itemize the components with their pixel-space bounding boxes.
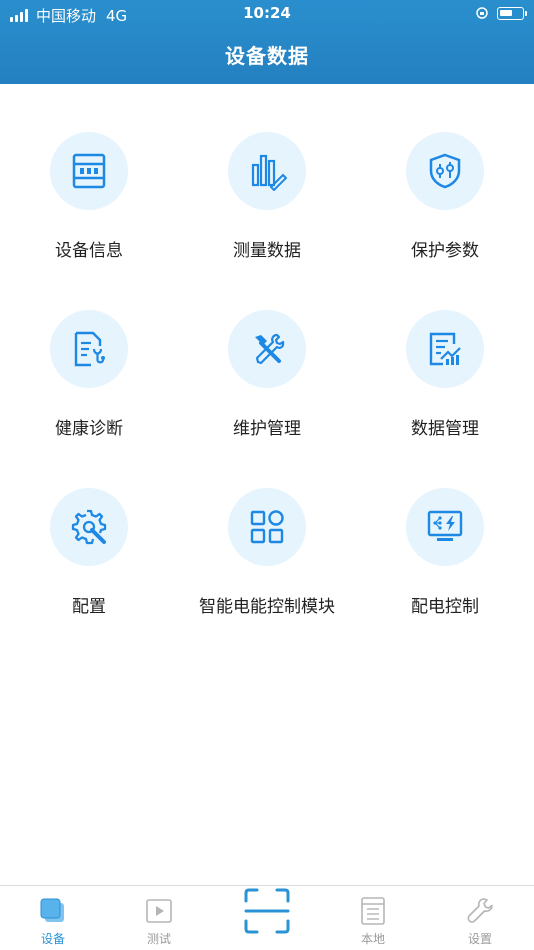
play-icon bbox=[146, 899, 172, 923]
battery-icon bbox=[497, 6, 527, 20]
maintenance-tools-icon bbox=[255, 333, 285, 365]
menu-label: 保护参数 bbox=[411, 241, 479, 261]
power-control-icon bbox=[427, 510, 463, 541]
tab-local[interactable]: 本地 bbox=[320, 886, 426, 950]
scan-button[interactable] bbox=[243, 887, 291, 935]
status-bar: 中国移动 4G 10:24 bbox=[0, 0, 534, 28]
menu-item-device-info[interactable]: 设备信息 bbox=[0, 84, 178, 262]
status-time: 10:24 bbox=[243, 4, 291, 22]
tab-settings[interactable]: 设置 bbox=[427, 886, 533, 950]
wrench-icon bbox=[467, 898, 493, 923]
health-diagnosis-icon bbox=[74, 331, 105, 367]
menu-item-health-diagnosis[interactable]: 健康诊断 bbox=[0, 262, 178, 440]
config-gear-icon bbox=[71, 509, 107, 545]
menu-item-maintenance[interactable]: 维护管理 bbox=[178, 262, 356, 440]
menu-item-data-management[interactable]: 数据管理 bbox=[356, 262, 534, 440]
local-document-icon bbox=[361, 897, 385, 925]
menu-item-protection-params[interactable]: 保护参数 bbox=[356, 84, 534, 262]
menu-item-smart-power-module[interactable]: 智能电能控制模块 bbox=[178, 440, 356, 618]
tab-label: 设备 bbox=[40, 932, 65, 946]
menu-item-config[interactable]: 配置 bbox=[0, 440, 178, 618]
menu-label: 维护管理 bbox=[233, 419, 301, 439]
page-title: 设备数据 bbox=[225, 44, 309, 68]
tab-label: 测试 bbox=[146, 932, 171, 946]
menu-label: 智能电能控制模块 bbox=[199, 597, 335, 617]
top-bar: 中国移动 4G 10:24 设备数据 bbox=[0, 0, 534, 84]
menu-label: 设备信息 bbox=[55, 241, 123, 261]
data-management-icon bbox=[429, 332, 461, 366]
tab-device[interactable]: 设备 bbox=[0, 886, 106, 950]
menu-label: 测量数据 bbox=[233, 241, 301, 261]
tab-label: 设置 bbox=[467, 932, 492, 946]
menu-label: 数据管理 bbox=[411, 419, 479, 439]
menu-item-power-distribution[interactable]: 配电控制 bbox=[356, 440, 534, 618]
menu-item-measurement[interactable]: 测量数据 bbox=[178, 84, 356, 262]
shield-params-icon bbox=[429, 153, 461, 189]
menu-label: 配置 bbox=[72, 597, 106, 617]
menu-label: 配电控制 bbox=[411, 597, 479, 617]
measure-chart-icon bbox=[251, 154, 287, 191]
tab-label: 本地 bbox=[360, 932, 385, 946]
tab-test[interactable]: 测试 bbox=[106, 886, 212, 950]
orientation-lock-icon bbox=[476, 7, 488, 19]
menu-label: 健康诊断 bbox=[55, 419, 123, 439]
device-stack-icon bbox=[40, 898, 64, 922]
modules-grid-icon bbox=[250, 510, 284, 544]
device-info-icon bbox=[72, 153, 106, 189]
